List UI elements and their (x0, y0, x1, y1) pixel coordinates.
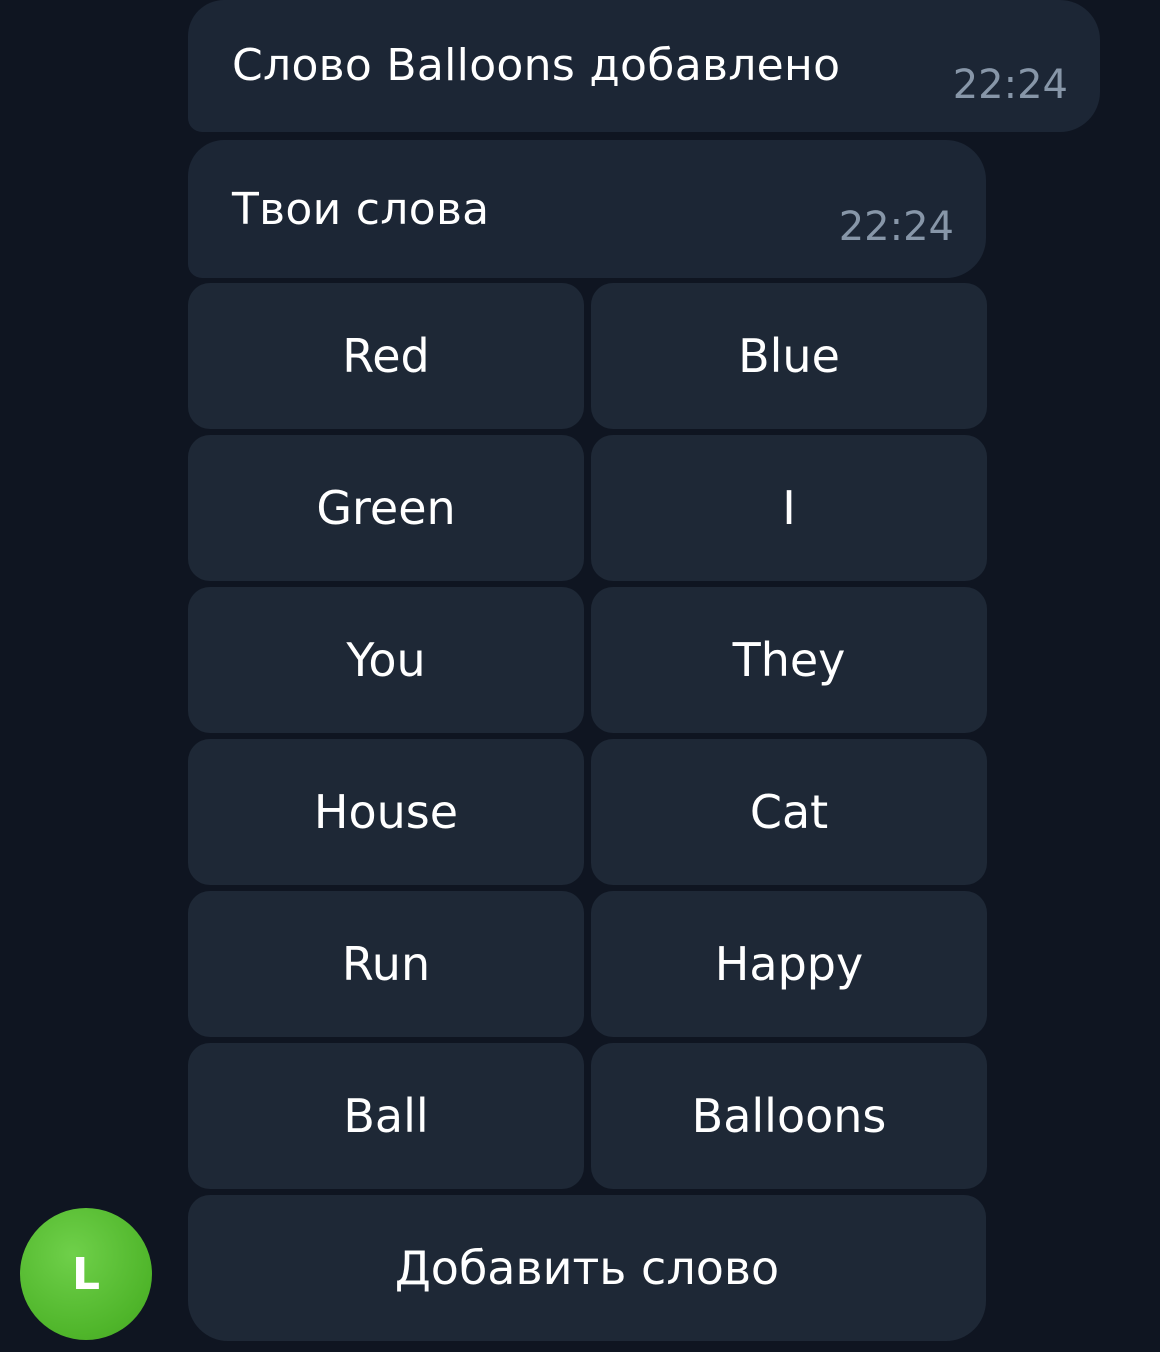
avatar-initial: L (71, 1248, 101, 1300)
word-button-red[interactable]: Red (188, 283, 584, 429)
word-button-ball[interactable]: Ball (188, 1043, 584, 1189)
message-bubble-your-words: Твои слова 22:24 (188, 140, 986, 278)
message-timestamp: 22:24 (838, 204, 954, 250)
word-button-balloons[interactable]: Balloons (591, 1043, 987, 1189)
message-bubble-word-added: Слово Balloons добавлено 22:24 (188, 0, 1100, 132)
add-word-button[interactable]: Добавить слово (188, 1195, 986, 1341)
word-button-run[interactable]: Run (188, 891, 584, 1037)
word-button-blue[interactable]: Blue (591, 283, 987, 429)
word-button-cat[interactable]: Cat (591, 739, 987, 885)
message-text: Твои слова (232, 184, 490, 235)
word-button-green[interactable]: Green (188, 435, 584, 581)
word-button-they[interactable]: They (591, 587, 987, 733)
avatar[interactable]: L (20, 1208, 152, 1340)
word-button-happy[interactable]: Happy (591, 891, 987, 1037)
word-button-you[interactable]: You (188, 587, 584, 733)
message-timestamp: 22:24 (952, 62, 1068, 108)
message-text: Слово Balloons добавлено (232, 40, 841, 91)
word-button-house[interactable]: House (188, 739, 584, 885)
word-button-i[interactable]: I (591, 435, 987, 581)
